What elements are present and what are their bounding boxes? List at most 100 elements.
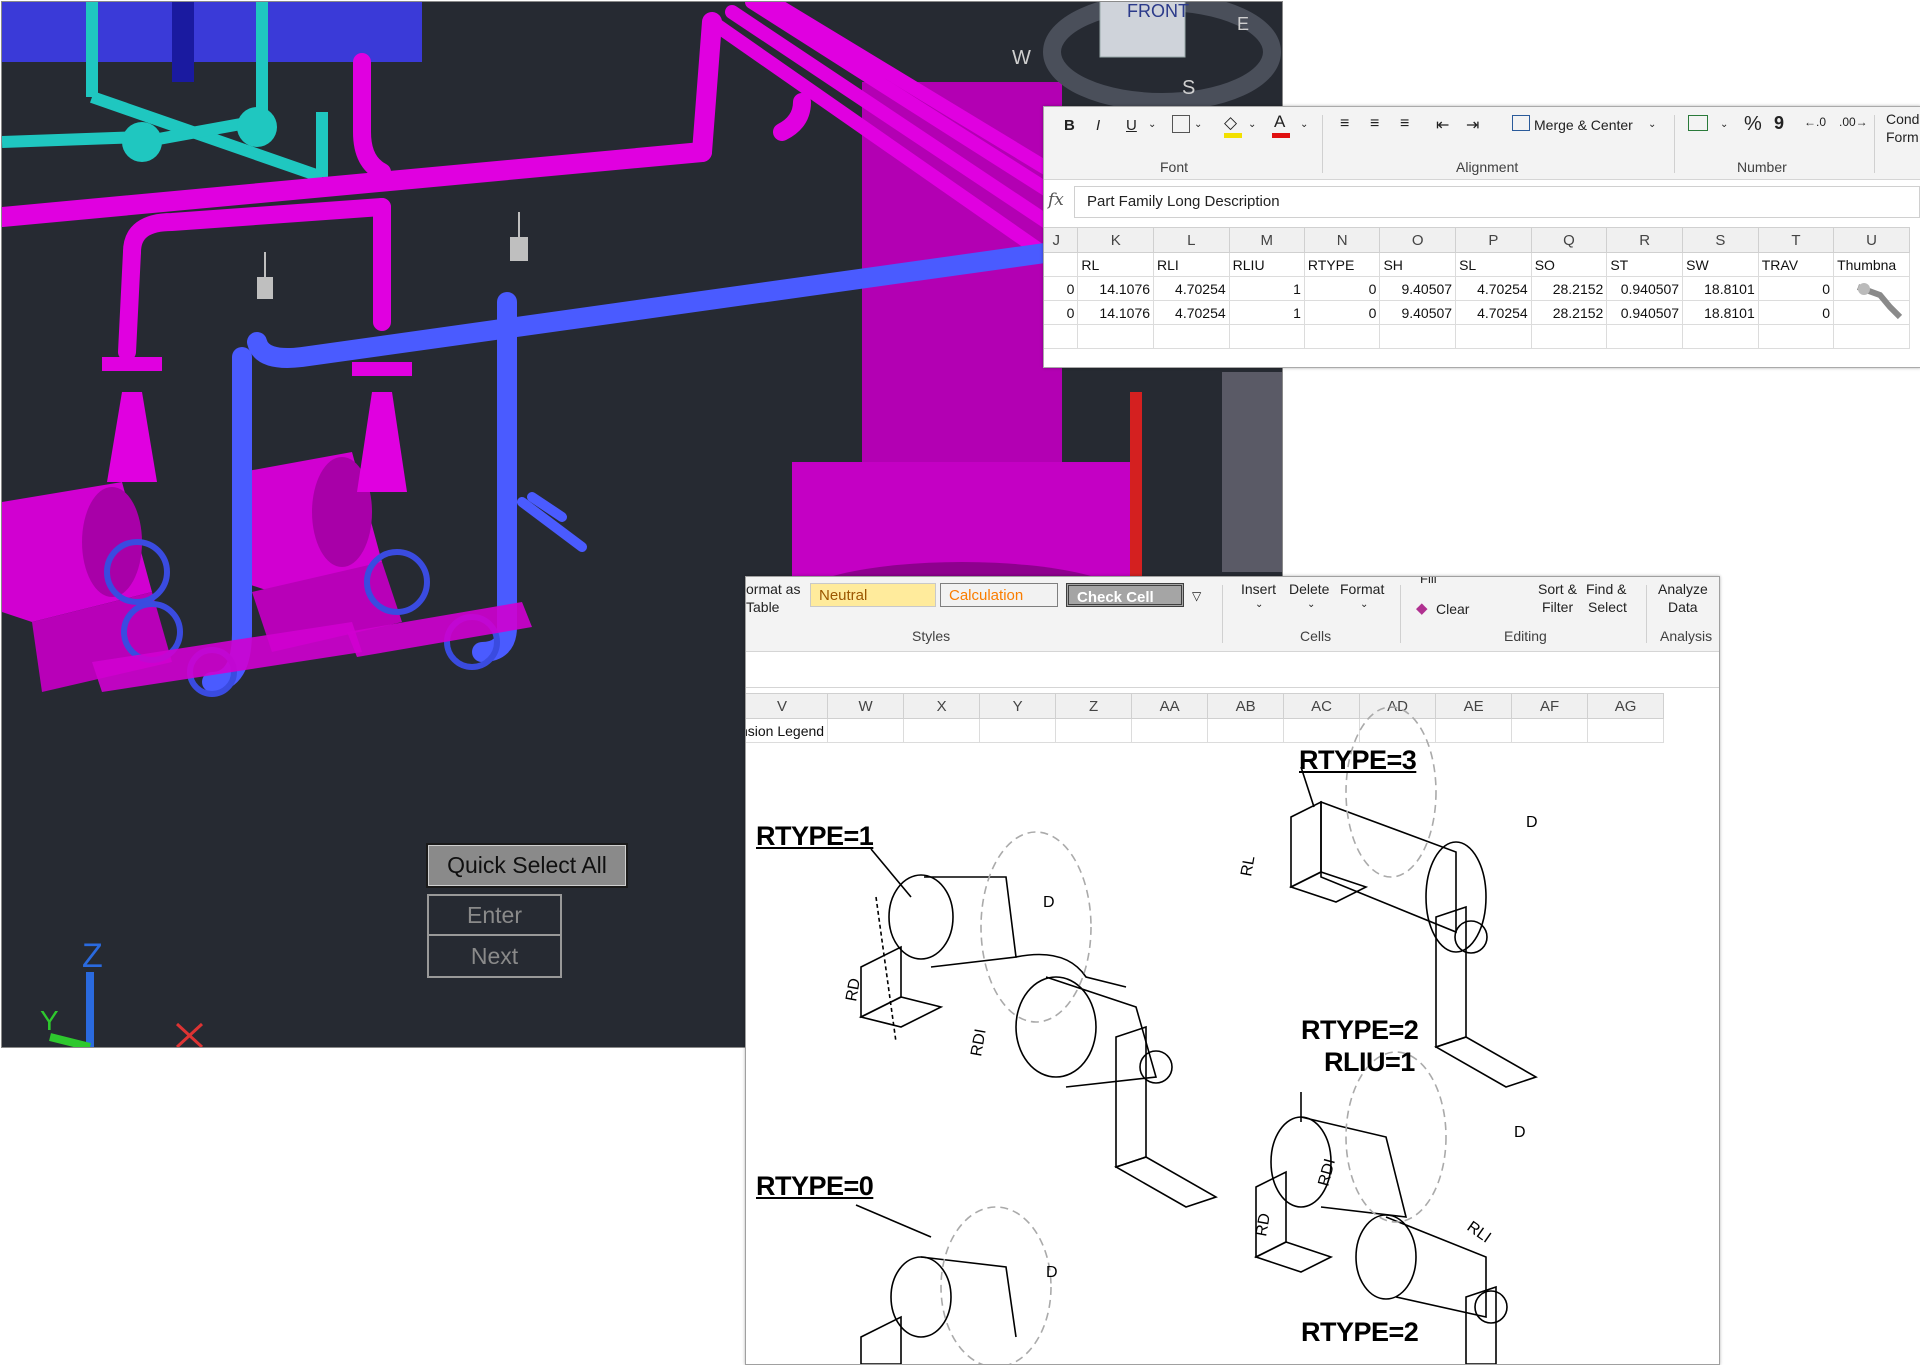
compass-s[interactable]: S xyxy=(1182,77,1195,99)
column-header[interactable]: M xyxy=(1228,227,1305,253)
merge-center-icon[interactable] xyxy=(1512,115,1530,131)
menu-item-enter[interactable]: Enter xyxy=(429,896,560,936)
cell[interactable]: 0 xyxy=(1757,300,1835,325)
cell[interactable]: 9.40507 xyxy=(1379,300,1457,325)
column-header[interactable]: Q xyxy=(1530,227,1608,253)
cell[interactable]: 9.40507 xyxy=(1379,276,1457,301)
cell[interactable]: 14.1076 xyxy=(1077,276,1155,301)
pipe-support[interactable] xyxy=(510,237,528,261)
comma-style-button[interactable]: 9 xyxy=(1774,113,1784,134)
merge-dropdown-icon[interactable]: ⌄ xyxy=(1648,119,1656,130)
column-header[interactable]: J xyxy=(1044,227,1079,253)
pipe-support[interactable] xyxy=(257,277,273,299)
font-color-icon[interactable]: A xyxy=(1274,112,1285,132)
column-header[interactable]: N xyxy=(1303,227,1381,253)
cell[interactable]: SH xyxy=(1379,252,1457,277)
cell[interactable]: 0 xyxy=(1757,276,1835,301)
cell[interactable]: 18.8101 xyxy=(1682,276,1759,301)
cell[interactable]: 28.2152 xyxy=(1530,300,1608,325)
decrease-decimal-icon[interactable]: .00→ xyxy=(1839,115,1868,129)
cell[interactable]: 1 xyxy=(1228,300,1305,325)
increase-indent-icon[interactable]: ⇥ xyxy=(1466,115,1479,135)
excel-window-top[interactable]: B I U ⌄ ⌄ ◇ ⌄ A ⌄ Font ≡ ≡ ≡ ⇤ ⇥ Merge &… xyxy=(1043,106,1920,368)
fill-color-dropdown-icon[interactable]: ⌄ xyxy=(1248,119,1256,130)
column-header[interactable]: O xyxy=(1379,227,1457,253)
decrease-indent-icon[interactable]: ⇤ xyxy=(1436,115,1449,135)
cell[interactable]: 0.940507 xyxy=(1606,276,1684,301)
italic-button[interactable]: I xyxy=(1096,117,1100,134)
thumbnail-image[interactable] xyxy=(1850,275,1910,325)
cell[interactable]: 14.1076 xyxy=(1077,300,1155,325)
cell[interactable]: 0 xyxy=(1044,276,1079,301)
borders-icon[interactable] xyxy=(1172,115,1190,133)
font-color-dropdown-icon[interactable]: ⌄ xyxy=(1300,119,1308,130)
underline-button[interactable]: U xyxy=(1126,117,1137,134)
cell[interactable]: 0 xyxy=(1303,276,1381,301)
cell[interactable]: 28.2152 xyxy=(1530,276,1608,301)
cell[interactable]: RLIU xyxy=(1228,252,1305,277)
accounting-dropdown-icon[interactable]: ⌄ xyxy=(1720,119,1728,130)
cell[interactable] xyxy=(1153,324,1230,349)
conditional-formatting-label-2[interactable]: Form xyxy=(1886,129,1919,145)
cell[interactable]: SW xyxy=(1682,252,1759,277)
cell[interactable] xyxy=(1303,324,1381,349)
cell[interactable] xyxy=(1379,324,1457,349)
menu-item-next[interactable]: Next xyxy=(429,936,560,976)
borders-dropdown-icon[interactable]: ⌄ xyxy=(1194,119,1202,130)
cell[interactable] xyxy=(1757,324,1835,349)
bold-button[interactable]: B xyxy=(1064,117,1075,134)
spreadsheet-grid-top[interactable]: J K L M N O P Q R S T U RL RLI RLIU RTYP… xyxy=(1044,227,1910,349)
formula-input[interactable]: Part Family Long Description xyxy=(1074,186,1920,218)
cell[interactable]: 4.70254 xyxy=(1455,276,1532,301)
column-header[interactable]: R xyxy=(1606,227,1684,253)
column-header[interactable]: T xyxy=(1757,227,1835,253)
equipment-block[interactable] xyxy=(2,2,422,62)
cell[interactable]: 0 xyxy=(1044,300,1079,325)
rtype0-assembly[interactable] xyxy=(860,1256,1017,1364)
cell[interactable]: 4.70254 xyxy=(1455,300,1532,325)
cell[interactable] xyxy=(1833,324,1910,349)
rtype1-assembly[interactable] xyxy=(858,874,1218,1208)
cell[interactable] xyxy=(1682,324,1759,349)
column-header[interactable]: U xyxy=(1833,227,1910,253)
cell[interactable] xyxy=(1606,324,1684,349)
column-header[interactable]: S xyxy=(1682,227,1759,253)
cell[interactable]: 4.70254 xyxy=(1153,276,1230,301)
cell[interactable] xyxy=(1455,324,1532,349)
cell[interactable]: RL xyxy=(1077,252,1155,277)
context-menu[interactable]: Enter Next xyxy=(427,894,562,978)
compass-w[interactable]: W xyxy=(1012,47,1031,69)
cell[interactable]: SO xyxy=(1530,252,1608,277)
merge-center-button[interactable]: Merge & Center xyxy=(1534,117,1633,133)
cell[interactable]: 18.8101 xyxy=(1682,300,1759,325)
accounting-format-icon[interactable] xyxy=(1688,115,1708,131)
cell[interactable]: SL xyxy=(1455,252,1532,277)
quick-select-all-button[interactable]: Quick Select All xyxy=(426,843,628,888)
column-header[interactable]: K xyxy=(1077,227,1155,253)
cell[interactable]: Thumbna xyxy=(1833,252,1910,277)
cell[interactable]: RTYPE xyxy=(1303,252,1381,277)
cell[interactable] xyxy=(1530,324,1608,349)
dimension-legend-drawing[interactable]: D D D D RD RD RL RDI RDI RLI xyxy=(746,577,1719,1364)
cell[interactable] xyxy=(1044,324,1079,349)
compass-e[interactable]: E xyxy=(1237,14,1249,34)
cell[interactable]: RLI xyxy=(1153,252,1230,277)
excel-window-bottom[interactable]: ormat as Table Neutral Calculation Check… xyxy=(745,576,1720,1365)
percent-button[interactable]: % xyxy=(1744,113,1762,136)
cell[interactable] xyxy=(1044,252,1079,277)
cell[interactable]: 0.940507 xyxy=(1606,300,1684,325)
cell[interactable] xyxy=(1228,324,1305,349)
underline-dropdown-icon[interactable]: ⌄ xyxy=(1148,119,1156,130)
column-header[interactable]: P xyxy=(1455,227,1532,253)
increase-decimal-icon[interactable]: ←.0 xyxy=(1804,115,1826,129)
cell[interactable]: 4.70254 xyxy=(1153,300,1230,325)
cell[interactable]: 0 xyxy=(1303,300,1381,325)
cell[interactable]: TRAV xyxy=(1757,252,1835,277)
align-right-icon[interactable]: ≡ xyxy=(1400,115,1409,133)
cell[interactable] xyxy=(1077,324,1155,349)
align-center-icon[interactable]: ≡ xyxy=(1370,115,1379,133)
formula-bar[interactable]: fx Part Family Long Description xyxy=(1044,186,1920,218)
conditional-formatting-label-1[interactable]: Cond xyxy=(1886,111,1919,127)
fx-icon[interactable]: fx xyxy=(1048,190,1064,210)
fill-color-icon[interactable]: ◇ xyxy=(1224,113,1237,133)
